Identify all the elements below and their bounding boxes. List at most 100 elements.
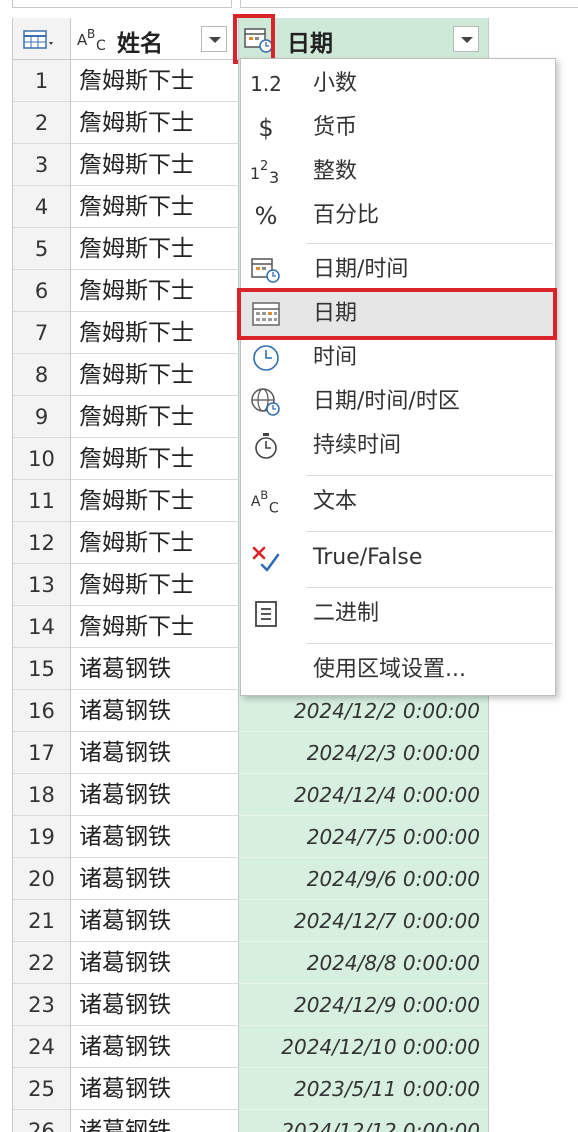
name-cell[interactable]: 詹姆斯下士 [71,312,239,354]
menu-item[interactable]: 1.2 小数 [241,62,555,106]
row-number[interactable]: 14 [13,606,71,648]
name-cell[interactable]: 詹姆斯下士 [71,144,239,186]
menu-item-selected[interactable]: 日期 [237,288,557,340]
menu-item[interactable]: A B C 文本 [241,480,555,524]
column-header-date[interactable]: 日期 [239,18,489,60]
row-number[interactable]: 22 [13,942,71,984]
table-row[interactable]: 22 诸葛钢铁 2024/8/8 0:00:00 [13,942,489,984]
table-row[interactable]: 16 诸葛钢铁 2024/12/2 0:00:00 [13,690,489,732]
table-row[interactable]: 18 诸葛钢铁 2024/12/4 0:00:00 [13,774,489,816]
date-cell[interactable]: 2024/12/2 0:00:00 [239,690,489,732]
selected-item-highlight-box [237,288,557,340]
table-icon[interactable] [23,30,57,50]
row-number[interactable]: 13 [13,564,71,606]
row-number[interactable]: 24 [13,1026,71,1068]
table-row[interactable]: 17 诸葛钢铁 2024/2/3 0:00:00 [13,732,489,774]
column-name-label: 姓名 [117,31,163,57]
menu-item[interactable]: 二进制 [241,592,555,636]
row-number[interactable]: 12 [13,522,71,564]
name-cell[interactable]: 詹姆斯下士 [71,228,239,270]
table-row[interactable]: 21 诸葛钢铁 2024/12/7 0:00:00 [13,900,489,942]
date-cell[interactable]: 2024/12/10 0:00:00 [239,1026,489,1068]
name-cell[interactable]: 詹姆斯下士 [71,438,239,480]
row-number[interactable]: 16 [13,690,71,732]
name-cell[interactable]: 詹姆斯下士 [71,396,239,438]
name-cell[interactable]: 詹姆斯下士 [71,270,239,312]
menu-item[interactable]: % 百分比 [241,194,555,238]
row-number[interactable]: 10 [13,438,71,480]
name-cell[interactable]: 诸葛钢铁 [71,774,239,816]
name-cell[interactable]: 诸葛钢铁 [71,900,239,942]
name-cell[interactable]: 诸葛钢铁 [71,858,239,900]
name-cell[interactable]: 詹姆斯下士 [71,522,239,564]
menu-item[interactable]: $ 货币 [241,106,555,150]
name-filter-dropdown-button[interactable] [201,26,227,52]
svg-text:C: C [96,38,106,54]
date-cell[interactable]: 2024/9/6 0:00:00 [239,858,489,900]
top-toolbar-strip [0,0,578,12]
date-cell[interactable]: 2024/12/4 0:00:00 [239,774,489,816]
formula-box-right [240,0,578,8]
menu-item[interactable]: 使用区域设置... [241,648,555,692]
row-number[interactable]: 18 [13,774,71,816]
name-cell[interactable]: 诸葛钢铁 [71,690,239,732]
date-cell[interactable]: 2024/7/5 0:00:00 [239,816,489,858]
row-number[interactable]: 9 [13,396,71,438]
row-number[interactable]: 11 [13,480,71,522]
row-number[interactable]: 17 [13,732,71,774]
name-cell[interactable]: 诸葛钢铁 [71,1026,239,1068]
name-cell[interactable]: 詹姆斯下士 [71,480,239,522]
abc-text-icon[interactable]: A B C [75,26,111,54]
name-cell[interactable]: 诸葛钢铁 [71,732,239,774]
menu-item-label: 持续时间 [313,433,402,458]
date-cell[interactable]: 2024/2/3 0:00:00 [239,732,489,774]
row-number[interactable]: 4 [13,186,71,228]
row-number[interactable]: 7 [13,312,71,354]
name-cell[interactable]: 詹姆斯下士 [71,186,239,228]
row-number[interactable]: 23 [13,984,71,1026]
name-cell[interactable]: 詹姆斯下士 [71,354,239,396]
date-cell[interactable]: 2024/8/8 0:00:00 [239,942,489,984]
row-number[interactable]: 26 [13,1110,71,1132]
name-cell[interactable]: 詹姆斯下士 [71,564,239,606]
table-row[interactable]: 23 诸葛钢铁 2024/12/9 0:00:00 [13,984,489,1026]
name-cell[interactable]: 诸葛钢铁 [71,1110,239,1132]
date-cell[interactable]: 2024/12/9 0:00:00 [239,984,489,1026]
row-number[interactable]: 6 [13,270,71,312]
row-number[interactable]: 2 [13,102,71,144]
name-cell[interactable]: 詹姆斯下士 [71,606,239,648]
menu-item[interactable]: 日期/时间/时区 [241,380,555,424]
table-menu-header[interactable] [13,18,71,60]
date-filter-dropdown-button[interactable] [453,26,479,52]
table-row[interactable]: 25 诸葛钢铁 2023/5/11 0:00:00 [13,1068,489,1110]
name-cell[interactable]: 诸葛钢铁 [71,942,239,984]
row-number[interactable]: 3 [13,144,71,186]
row-number[interactable]: 21 [13,900,71,942]
name-cell[interactable]: 詹姆斯下士 [71,60,239,102]
menu-item[interactable]: 时间 [241,336,555,380]
name-cell[interactable]: 诸葛钢铁 [71,984,239,1026]
table-row[interactable]: 24 诸葛钢铁 2024/12/10 0:00:00 [13,1026,489,1068]
menu-item[interactable]: 持续时间 [241,424,555,468]
date-cell[interactable]: 2024/12/12 0:00:00 [239,1110,489,1132]
menu-item[interactable]: 日期/时间 [241,248,555,292]
row-number[interactable]: 8 [13,354,71,396]
table-row[interactable]: 26 诸葛钢铁 2024/12/12 0:00:00 [13,1110,489,1132]
table-row[interactable]: 19 诸葛钢铁 2024/7/5 0:00:00 [13,816,489,858]
name-cell[interactable]: 诸葛钢铁 [71,648,239,690]
table-row[interactable]: 20 诸葛钢铁 2024/9/6 0:00:00 [13,858,489,900]
row-number[interactable]: 19 [13,816,71,858]
name-cell[interactable]: 詹姆斯下士 [71,102,239,144]
name-cell[interactable]: 诸葛钢铁 [71,1068,239,1110]
row-number[interactable]: 5 [13,228,71,270]
name-cell[interactable]: 诸葛钢铁 [71,816,239,858]
column-header-name[interactable]: A B C 姓名 [71,18,239,60]
row-number[interactable]: 25 [13,1068,71,1110]
row-number[interactable]: 15 [13,648,71,690]
menu-item[interactable]: 1 2 3 整数 [241,150,555,194]
row-number[interactable]: 1 [13,60,71,102]
row-number[interactable]: 20 [13,858,71,900]
date-cell[interactable]: 2023/5/11 0:00:00 [239,1068,489,1110]
menu-item[interactable]: True/False [241,536,555,580]
date-cell[interactable]: 2024/12/7 0:00:00 [239,900,489,942]
